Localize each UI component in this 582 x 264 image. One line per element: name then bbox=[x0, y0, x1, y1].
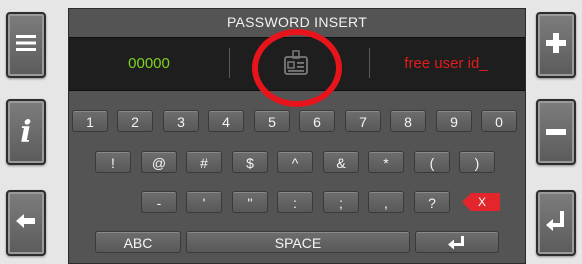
arrow-left-icon bbox=[16, 213, 36, 233]
field-divider bbox=[229, 48, 230, 78]
key-comma[interactable]: , bbox=[368, 191, 404, 213]
minus-button[interactable] bbox=[536, 99, 576, 165]
enter-icon bbox=[546, 210, 566, 237]
key-ampersand[interactable]: & bbox=[323, 151, 359, 173]
backspace-label: X bbox=[478, 195, 487, 209]
key-5[interactable]: 5 bbox=[254, 110, 290, 132]
hamburger-menu-icon bbox=[15, 33, 37, 58]
field-divider bbox=[369, 48, 370, 78]
key-close-paren[interactable]: ) bbox=[459, 151, 495, 173]
key-exclamation[interactable]: ! bbox=[95, 151, 131, 173]
key-6[interactable]: 6 bbox=[299, 110, 335, 132]
key-dash[interactable]: - bbox=[141, 191, 177, 213]
key-caret[interactable]: ^ bbox=[277, 151, 313, 173]
key-8[interactable]: 8 bbox=[390, 110, 426, 132]
plus-button[interactable] bbox=[536, 12, 576, 78]
key-hash[interactable]: # bbox=[186, 151, 222, 173]
minus-icon bbox=[545, 123, 567, 141]
input-field-bar: 00000 free user id_ bbox=[69, 37, 525, 91]
enter-button[interactable] bbox=[536, 190, 576, 256]
key-0[interactable]: 0 bbox=[481, 110, 517, 132]
back-button[interactable] bbox=[6, 190, 46, 256]
key-at[interactable]: @ bbox=[141, 151, 177, 173]
enter-key[interactable] bbox=[415, 231, 499, 253]
info-icon: i bbox=[20, 114, 32, 150]
key-open-paren[interactable]: ( bbox=[414, 151, 450, 173]
backspace-key[interactable]: X bbox=[461, 191, 501, 213]
abc-key[interactable]: ABC bbox=[95, 231, 181, 253]
enter-arrow-icon bbox=[448, 236, 464, 250]
id-badge-icon[interactable] bbox=[283, 50, 309, 76]
key-7[interactable]: 7 bbox=[345, 110, 381, 132]
plus-icon bbox=[545, 32, 567, 59]
space-key[interactable]: SPACE bbox=[186, 231, 410, 253]
key-double-quote[interactable]: '' bbox=[232, 191, 268, 213]
menu-button[interactable] bbox=[6, 12, 46, 78]
key-asterisk[interactable]: * bbox=[368, 151, 404, 173]
user-id-field[interactable]: free user id_ bbox=[371, 38, 521, 90]
key-colon[interactable]: : bbox=[277, 191, 313, 213]
info-button[interactable]: i bbox=[6, 99, 46, 165]
key-1[interactable]: 1 bbox=[72, 110, 108, 132]
key-4[interactable]: 4 bbox=[208, 110, 244, 132]
key-9[interactable]: 9 bbox=[436, 110, 472, 132]
code-field[interactable]: 00000 bbox=[69, 38, 229, 90]
key-question[interactable]: ? bbox=[414, 191, 450, 213]
key-dollar[interactable]: $ bbox=[232, 151, 268, 173]
key-apostrophe[interactable]: ' bbox=[186, 191, 222, 213]
key-semicolon[interactable]: ; bbox=[323, 191, 359, 213]
password-insert-panel: PASSWORD INSERT 00000 free user id_ 1 2 … bbox=[68, 8, 526, 264]
window-title: PASSWORD INSERT bbox=[226, 14, 368, 30]
key-2[interactable]: 2 bbox=[117, 110, 153, 132]
key-3[interactable]: 3 bbox=[163, 110, 199, 132]
